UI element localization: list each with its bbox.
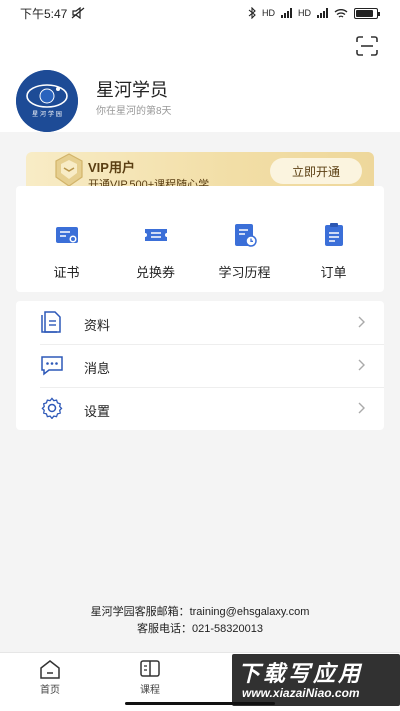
order-icon (324, 223, 343, 246)
bluetooth-icon (248, 7, 256, 19)
certificate-icon (55, 227, 78, 243)
battery-level (356, 9, 373, 17)
open-vip-button[interactable]: 立即开通 (270, 158, 362, 184)
message-icon (41, 356, 63, 376)
document-icon (41, 311, 61, 333)
nav-home[interactable]: 首页 (20, 659, 80, 696)
user-name: 星河学员 (96, 80, 168, 100)
nav-courses[interactable]: 课程 (120, 659, 180, 696)
wifi-icon (334, 8, 348, 18)
history-icon (234, 224, 257, 247)
status-time: 下午5:47 (20, 6, 68, 21)
vip-badge-icon (55, 153, 83, 187)
vip-title: VIP用户 (88, 160, 135, 175)
contact-info: 星河学园客服邮箱：training@ehsgalaxy.com 客服电话：021… (0, 604, 400, 638)
home-indicator (125, 702, 275, 705)
home-icon (40, 660, 60, 679)
user-days: 你在星河的第8天 (96, 106, 172, 117)
battery-icon (354, 7, 380, 19)
nav-label-courses: 课程 (140, 685, 160, 696)
quick-item-order[interactable]: 订单 (292, 186, 376, 292)
profile-header: 星 河 学 园 星河学员 你在星河的第8天 (0, 26, 400, 132)
signal-2-icon (317, 8, 328, 18)
quick-label-order: 订单 (320, 265, 347, 280)
list-item-messages[interactable]: 消息 (16, 344, 384, 387)
avatar-logo: 星 河 学 园 (16, 70, 78, 132)
signal-2-label: HD (298, 8, 311, 18)
quick-label-coupon: 兑换券 (135, 265, 175, 280)
coupon-icon (144, 229, 167, 241)
scan-icon[interactable] (356, 36, 378, 56)
course-icon (140, 660, 160, 677)
list-label-documents: 资料 (84, 318, 111, 333)
avatar[interactable]: 星 河 学 园 (16, 70, 78, 132)
status-bar: 下午5:47 HD HD (0, 0, 400, 26)
quick-label-history: 学习历程 (218, 265, 271, 280)
list-item-documents[interactable]: 资料 (16, 301, 384, 344)
quick-item-history[interactable]: 学习历程 (203, 186, 287, 292)
chevron-right-icon (358, 359, 365, 371)
chevron-right-icon (358, 402, 365, 414)
quick-item-coupon[interactable]: 兑换券 (114, 186, 198, 292)
list-item-settings[interactable]: 设置 (16, 387, 384, 430)
chevron-right-icon (358, 316, 365, 328)
menu-list: 资料 消息 设置 (16, 301, 384, 430)
watermark-title: 下载写应用 (238, 661, 364, 686)
quick-item-certificate[interactable]: 证书 (25, 186, 109, 292)
mute-icon (71, 7, 85, 19)
contact-email: 星河学园客服邮箱：training@ehsgalaxy.com (90, 606, 310, 618)
signal-1-label: HD (262, 8, 275, 18)
signal-1-icon (281, 8, 292, 18)
watermark-url: www.xiazaiNiao.com (242, 686, 360, 700)
list-label-messages: 消息 (84, 361, 111, 376)
status-left: 下午5:47 (20, 5, 85, 22)
avatar-text: 星 河 学 园 (32, 110, 62, 118)
list-label-settings: 设置 (84, 404, 111, 419)
quick-menu: 证书 兑换券 学习历程 订单 (16, 186, 384, 292)
contact-phone: 客服电话：021-58320013 (137, 623, 263, 635)
gear-icon (41, 397, 63, 419)
watermark: 下载写应用 www.xiazaiNiao.com (232, 654, 400, 706)
nav-label-home: 首页 (40, 685, 60, 696)
quick-label-certificate: 证书 (53, 265, 80, 280)
status-right: HD HD (248, 7, 380, 19)
